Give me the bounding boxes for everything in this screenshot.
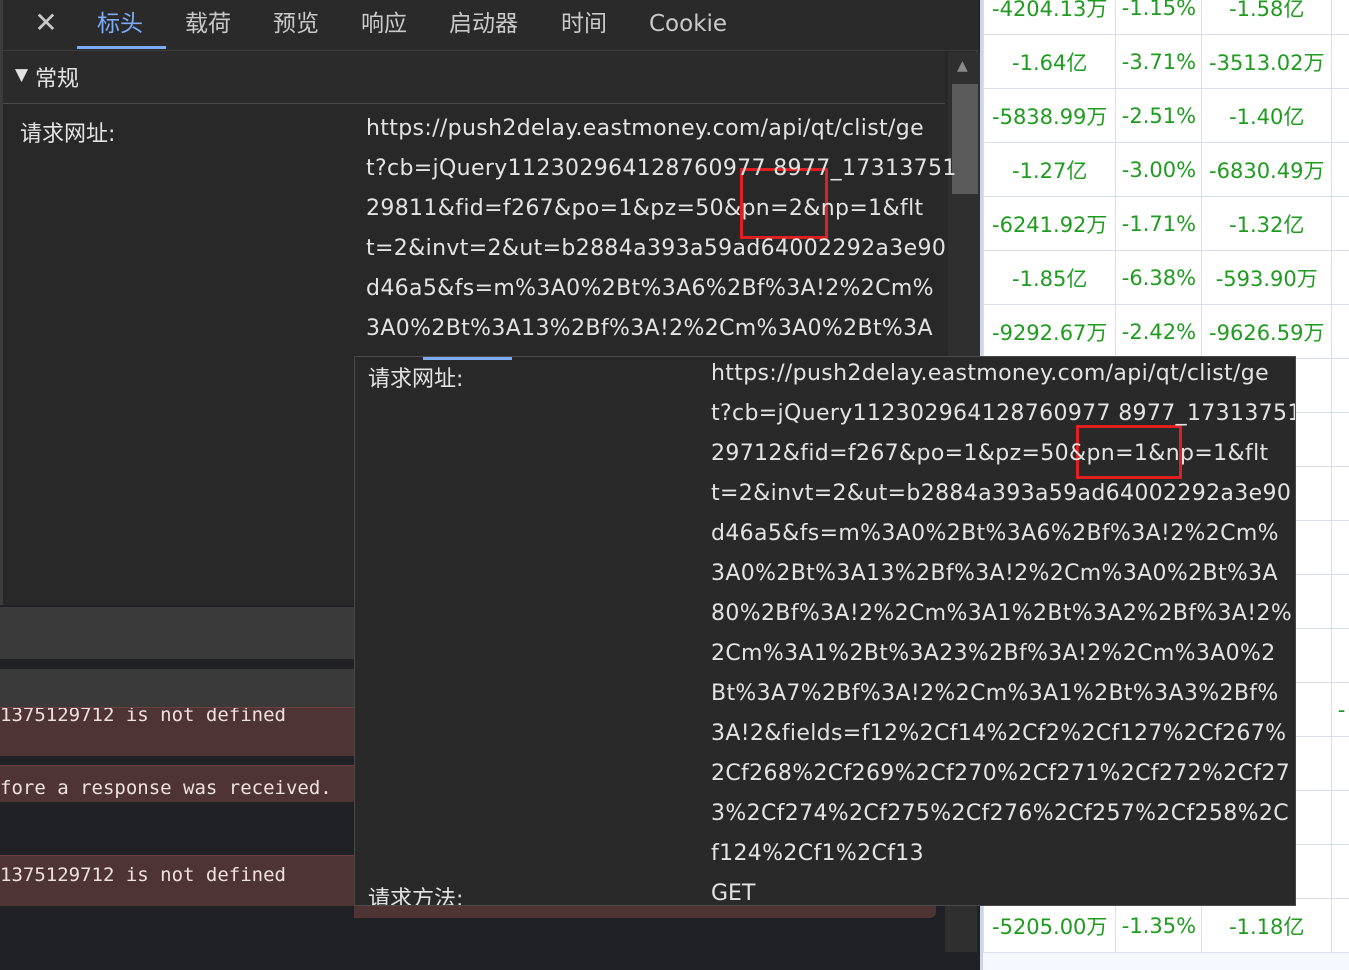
tab-initiator[interactable]: 启动器 — [449, 6, 518, 42]
overlay-url-line: 3A!2&fields=f12%2Cf14%2Cf2%2Cf127%2Cf267… — [711, 721, 1286, 746]
overlay-url-line: 3%2Cf274%2Cf275%2Cf276%2Cf257%2Cf258%2C — [711, 801, 1289, 826]
overlay-url-line: 2Cf268%2Cf269%2Cf270%2Cf271%2Cf272%2Cf27 — [711, 761, 1290, 786]
table-row: -1.27亿-3.00%-6830.49万 — [984, 143, 1349, 197]
overlay-url-line: d46a5&fs=m%3A0%2Bt%3A6%2Bf%3A!2%2Cm% — [711, 521, 1279, 546]
table-cell: -4204.13万 — [984, 0, 1116, 35]
table-cell: -6.38% — [1116, 251, 1202, 305]
table-cell — [1332, 845, 1349, 899]
overlay-url-line: https://push2delay.eastmoney.com/api/qt/… — [711, 361, 1269, 386]
table-row: -5205.00万-1.35%-1.18亿 — [984, 899, 1349, 953]
table-cell — [1332, 305, 1349, 359]
table-cell: -1.40亿 — [1202, 89, 1332, 143]
devtools-tab-bar: ✕ 标头 载荷 预览 响应 启动器 时间 Cookie — [3, 0, 979, 51]
table-cell — [1332, 413, 1349, 467]
table-cell: -2.51% — [1116, 89, 1202, 143]
table-cell: -2.42% — [1116, 305, 1202, 359]
tab-timing[interactable]: 时间 — [561, 6, 607, 42]
request-url-line: t?cb=jQuery112302964128760977 8977_17313… — [366, 156, 957, 181]
tab-cookies[interactable]: Cookie — [649, 6, 727, 42]
table-row: -5838.99万-2.51%-1.40亿 — [984, 89, 1349, 143]
table-row: -9292.67万-2.42%-9626.59万 — [984, 305, 1349, 359]
request-method-value: GET — [711, 881, 755, 906]
table-cell — [1332, 0, 1349, 35]
table-cell: -1.35% — [1116, 899, 1202, 953]
tab-preview[interactable]: 预览 — [273, 6, 319, 42]
table-cell: -3.71% — [1116, 35, 1202, 89]
request-url-line: t=2&invt=2&ut=b2884a393a59ad64002292a3e9… — [366, 236, 946, 261]
overlay-url-line: 2Cm%3A1%2Bt%3A23%2Bf%3A!2%2Cm%3A0%2 — [711, 641, 1276, 666]
expand-triangle-icon: ▼ — [15, 65, 28, 85]
request-url-line: https://push2delay.eastmoney.com/api/qt/… — [366, 116, 924, 141]
console-error-row: 1375129712 is not defined — [0, 855, 354, 906]
table-cell: -5205.00万 — [984, 899, 1116, 953]
table-cell — [1332, 467, 1349, 521]
table-cell — [1332, 359, 1349, 413]
overlay-url-line: t?cb=jQuery112302964128760977 8977_17313… — [711, 401, 1296, 426]
table-cell: -6830.49万 — [1202, 143, 1332, 197]
table-cell — [1332, 575, 1349, 629]
overlay-url-line: t=2&invt=2&ut=b2884a393a59ad64002292a3e9… — [711, 481, 1291, 506]
overlay-tab-indicator — [423, 357, 512, 360]
console-error-text: fore a response was received. — [0, 777, 332, 799]
table-cell: -6241.92万 — [984, 197, 1116, 251]
console-toolbar — [0, 607, 354, 659]
table-row: -4204.13万-1.15%-1.58亿 — [984, 0, 1349, 35]
overlay-url-line: f124%2Cf1%2Cf13 — [711, 841, 924, 866]
console-error-text: 1375129712 is not defined — [0, 864, 286, 886]
table-cell: -1.18亿 — [1202, 899, 1332, 953]
overlay-url-line: Bt%3A7%2Bf%3A!2%2Cm%3A1%2Bt%3A3%2Bf% — [711, 681, 1279, 706]
active-tab-indicator — [77, 46, 166, 49]
request-url-label: 请求网址: — [20, 116, 115, 148]
table-cell — [1332, 629, 1349, 683]
table-cell — [1332, 251, 1349, 305]
table-cell: -5838.99万 — [984, 89, 1116, 143]
request-url-line: 3A0%2Bt%3A13%2Bf%3A!2%2Cm%3A0%2Bt%3A — [366, 316, 933, 341]
request-url-line: 29811&fid=f267&po=1&pz=50&pn=2&np=1&flt — [366, 196, 924, 221]
table-cell: -9626.59万 — [1202, 305, 1332, 359]
scroll-up-arrow-icon[interactable]: ▲ — [957, 58, 968, 74]
overlay-url-line: 80%2Bf%3A!2%2Cm%3A1%2Bt%3A2%2Bf%3A!2% — [711, 601, 1292, 626]
overlay-url-line: 29712&fid=f267&po=1&pz=50&pn=1&np=1&flt — [711, 441, 1269, 466]
table-row: -6241.92万-1.71%-1.32亿 — [984, 197, 1349, 251]
console-filter-bar[interactable] — [0, 669, 354, 707]
table-row: -1.85亿-6.38%-593.90万 — [984, 251, 1349, 305]
table-cell — [1332, 899, 1349, 953]
tab-payload[interactable]: 载荷 — [185, 6, 231, 42]
console-error-text: 1375129712 is not defined — [0, 707, 286, 726]
table-cell: -1.15% — [1116, 0, 1202, 35]
overlay-url-line: 3A0%2Bt%3A13%2Bf%3A!2%2Cm%3A0%2Bt%3A — [711, 561, 1278, 586]
table-cell: -3513.02万 — [1202, 35, 1332, 89]
table-cell: -1.58亿 — [1202, 0, 1332, 35]
table-cell: -593.90万 — [1202, 251, 1332, 305]
table-cell: -1.32亿 — [1202, 197, 1332, 251]
table-cell: -1.27亿 — [984, 143, 1116, 197]
table-cell — [1332, 35, 1349, 89]
table-cell: -1.64亿 — [984, 35, 1116, 89]
close-icon[interactable]: ✕ — [31, 6, 61, 40]
overlay-request-url-label: 请求网址: — [368, 361, 463, 393]
request-url-line: d46a5&fs=m%3A0%2Bt%3A6%2Bf%3A!2%2Cm% — [366, 276, 934, 301]
general-section-title: 常规 — [35, 61, 79, 93]
general-section-header[interactable]: ▼ 常规 — [3, 51, 945, 104]
table-cell — [1332, 143, 1349, 197]
table-cell: -9292.67万 — [984, 305, 1116, 359]
table-cell: - — [1332, 683, 1349, 737]
table-cell — [1332, 791, 1349, 845]
table-cell: -1.71% — [1116, 197, 1202, 251]
console-error-row: 1375129712 is not defined — [0, 707, 354, 756]
overlay-request-details: 请求网址: 请求方法: GET https://push2delay.eastm… — [354, 356, 1296, 906]
table-cell: -1.85亿 — [984, 251, 1116, 305]
table-cell — [1332, 737, 1349, 791]
tab-response[interactable]: 响应 — [361, 6, 407, 42]
console-error-row: fore a response was received. — [0, 765, 354, 802]
table-cell — [1332, 521, 1349, 575]
table-cell — [1332, 89, 1349, 143]
table-row: -1.64亿-3.71%-3513.02万 — [984, 35, 1349, 89]
table-cell — [1332, 197, 1349, 251]
request-method-label: 请求方法: — [368, 881, 463, 906]
tab-headers[interactable]: 标头 — [97, 6, 143, 42]
table-cell: -3.00% — [1116, 143, 1202, 197]
